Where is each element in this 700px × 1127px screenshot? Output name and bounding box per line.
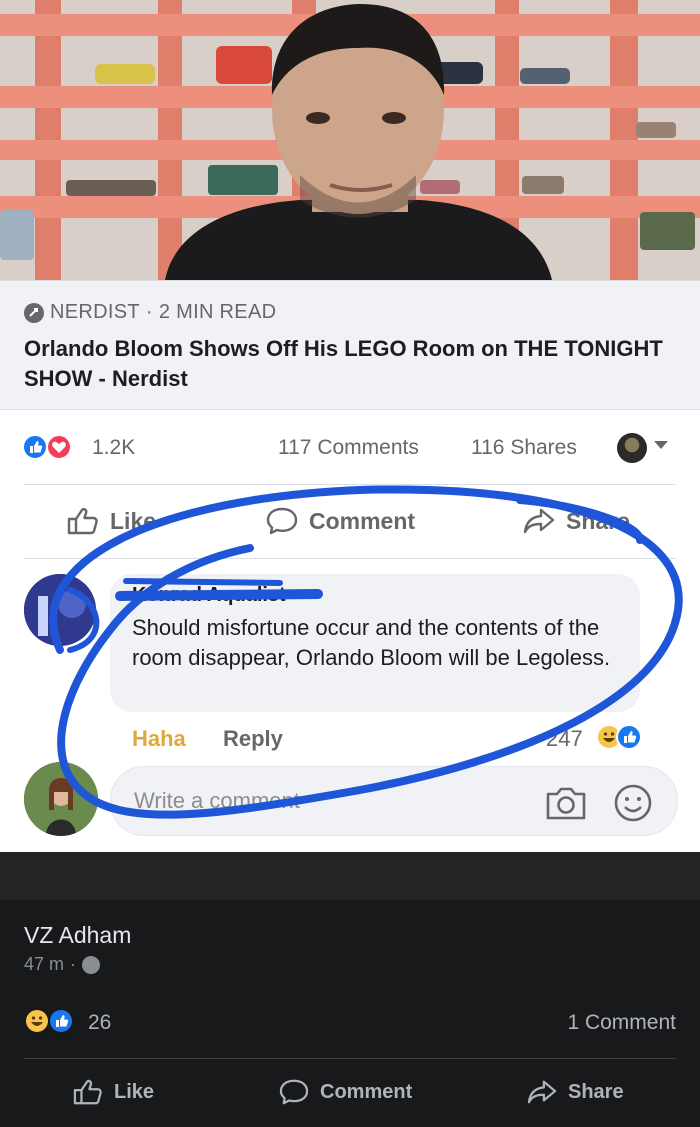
globe-icon (82, 955, 101, 974)
comment-button[interactable]: Comment (265, 506, 415, 536)
share-arrow-icon (527, 1080, 557, 1104)
link-source-line: NERDIST · 2 MIN READ (24, 301, 276, 324)
sharer-name[interactable]: VZ Adham (24, 922, 131, 949)
shared-comment-button[interactable]: Comment (278, 1078, 412, 1106)
shared-comments-count[interactable]: 1 Comment (548, 1011, 676, 1035)
like-label: Like (110, 507, 157, 534)
divider (24, 558, 676, 559)
divider (24, 484, 676, 485)
comment-label: Comment (309, 507, 416, 534)
emoji-icon[interactable] (612, 782, 654, 829)
viewer-avatar[interactable] (617, 433, 647, 463)
commenter-avatar[interactable] (24, 574, 96, 646)
read-time: 2 MIN READ (158, 301, 277, 323)
source-badge-icon (24, 302, 44, 323)
shared-reaction-count[interactable]: 26 (88, 1011, 111, 1035)
like-reaction-icon (48, 1008, 74, 1034)
dark-separator (0, 852, 700, 900)
share-label: Share (566, 507, 630, 534)
post-time[interactable]: 47 m (24, 954, 64, 975)
post-photo[interactable] (0, 0, 700, 280)
link-title[interactable]: Orlando Bloom Shows Off His LEGO Room on… (24, 334, 674, 394)
share-label: Share (568, 1080, 624, 1103)
like-label: Like (114, 1080, 155, 1103)
speech-bubble-icon (279, 1079, 309, 1105)
thumbs-up-icon (73, 1079, 102, 1105)
comments-count[interactable]: 117 Comments (278, 436, 419, 460)
separator: · (145, 301, 153, 323)
haha-reaction-button[interactable]: Haha (132, 726, 186, 752)
reply-button[interactable]: Reply (223, 726, 283, 752)
separator: · (70, 954, 77, 974)
link-source: NERDIST (50, 301, 140, 323)
share-arrow-icon (523, 508, 555, 534)
share-button[interactable]: Share (522, 506, 630, 536)
comment-text: Should misfortune occur and the contents… (132, 615, 611, 670)
shared-share-button[interactable]: Share (526, 1078, 624, 1106)
like-button[interactable]: Like (66, 506, 156, 536)
thumbs-up-icon (67, 508, 98, 535)
shared-like-button[interactable]: Like (72, 1078, 154, 1106)
shares-count[interactable]: 116 Shares (471, 436, 577, 460)
comment-label: Comment (320, 1080, 413, 1103)
post-meta: 47 m · (24, 954, 101, 975)
caret-down-icon[interactable] (654, 441, 668, 449)
haha-reaction-icon (24, 1008, 50, 1034)
comment-reaction-count[interactable]: 247 (546, 726, 583, 752)
reaction-count[interactable]: 1.2K (92, 436, 135, 460)
like-reaction-icon (616, 724, 642, 750)
divider (24, 1058, 676, 1059)
lego-shelves-photo (0, 0, 700, 280)
comment-placeholder[interactable]: Write a comment (134, 788, 300, 814)
love-reaction-icon (46, 434, 72, 460)
camera-icon[interactable] (544, 784, 588, 827)
commenter-name[interactable]: Konrad Aqualist (132, 584, 286, 607)
current-user-avatar[interactable] (24, 762, 98, 836)
speech-bubble-icon (266, 507, 298, 535)
like-reaction-icon (22, 434, 48, 460)
